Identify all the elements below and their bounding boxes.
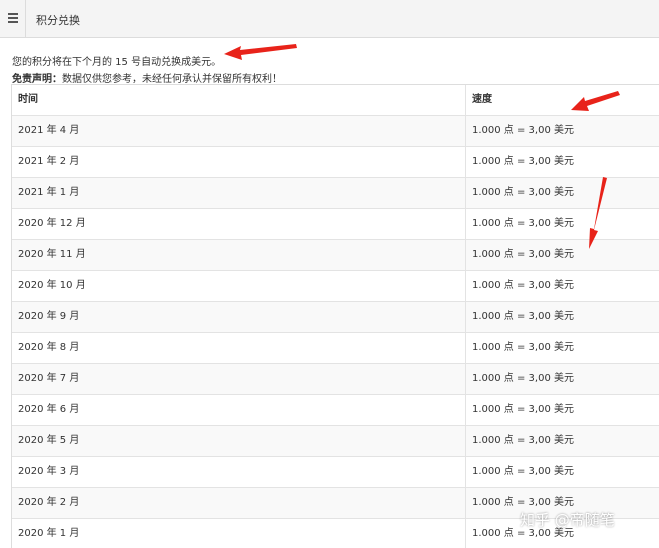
cell-time: 2020 年 6 月 [18, 404, 80, 415]
table-row: 2020 年 6 月 1.000 点 = 3,00 美元 [12, 395, 659, 426]
table-header-row: 时间 速度 [12, 85, 659, 116]
cell-rate: 1.000 点 = 3,00 美元 [472, 373, 574, 384]
cell-time: 2020 年 7 月 [18, 373, 80, 384]
table-row: 2020 年 12 月 1.000 点 = 3,00 美元 [12, 209, 659, 240]
watermark: 知乎 @帝随笔 [520, 511, 615, 529]
cell-time: 2020 年 9 月 [18, 311, 80, 322]
cell-time: 2021 年 4 月 [18, 125, 80, 136]
column-header-rate: 速度 [472, 94, 492, 105]
menu-list-icon[interactable] [8, 13, 18, 24]
table-row: 2020 年 7 月 1.000 点 = 3,00 美元 [12, 364, 659, 395]
annotation-arrow-icon [224, 44, 297, 60]
table-row: 2020 年 8 月 1.000 点 = 3,00 美元 [12, 333, 659, 364]
cell-rate: 1.000 点 = 3,00 美元 [472, 342, 574, 353]
column-divider [465, 85, 466, 548]
cell-rate: 1.000 点 = 3,00 美元 [472, 156, 574, 167]
cell-rate: 1.000 点 = 3,00 美元 [472, 311, 574, 322]
cell-time: 2020 年 2 月 [18, 497, 80, 508]
cell-rate: 1.000 点 = 3,00 美元 [472, 435, 574, 446]
cell-time: 2020 年 8 月 [18, 342, 80, 353]
cell-rate: 1.000 点 = 3,00 美元 [472, 404, 574, 415]
disclaimer: 免责声明：数据仅供您参考，未经任何承认并保留所有权利！ [12, 70, 282, 85]
table-row: 2021 年 2 月 1.000 点 = 3,00 美元 [12, 147, 659, 178]
header-divider [25, 0, 26, 38]
table-row: 2020 年 11 月 1.000 点 = 3,00 美元 [12, 240, 659, 271]
table-row: 2021 年 1 月 1.000 点 = 3,00 美元 [12, 178, 659, 209]
cell-time: 2020 年 5 月 [18, 435, 80, 446]
cell-rate: 1.000 点 = 3,00 美元 [472, 280, 574, 291]
table-row: 2020 年 10 月 1.000 点 = 3,00 美元 [12, 271, 659, 302]
column-header-time: 时间 [18, 94, 38, 105]
table-row: 2021 年 4 月 1.000 点 = 3,00 美元 [12, 116, 659, 147]
cell-rate: 1.000 点 = 3,00 美元 [472, 466, 574, 477]
table-row: 2020 年 3 月 1.000 点 = 3,00 美元 [12, 457, 659, 488]
cell-time: 2021 年 2 月 [18, 156, 80, 167]
cell-rate: 1.000 点 = 3,00 美元 [472, 249, 574, 260]
cell-rate: 1.000 点 = 3,00 美元 [472, 187, 574, 198]
cell-rate: 1.000 点 = 3,00 美元 [472, 218, 574, 229]
table-row: 2020 年 5 月 1.000 点 = 3,00 美元 [12, 426, 659, 457]
cell-time: 2020 年 10 月 [18, 280, 86, 291]
page-header: 积分兑换 [0, 0, 659, 38]
cell-rate: 1.000 点 = 3,00 美元 [472, 125, 574, 136]
notice-text: 您的积分将在下个月的 15 号自动兑换成美元。 [12, 57, 222, 68]
cell-time: 2020 年 1 月 [18, 528, 80, 539]
cell-time: 2021 年 1 月 [18, 187, 80, 198]
table-row: 2020 年 9 月 1.000 点 = 3,00 美元 [12, 302, 659, 333]
exchange-rate-table: 时间 速度 2021 年 4 月 1.000 点 = 3,00 美元 2021 … [11, 84, 659, 548]
page-title: 积分兑换 [36, 14, 80, 27]
cell-time: 2020 年 12 月 [18, 218, 86, 229]
cell-time: 2020 年 3 月 [18, 466, 80, 477]
cell-time: 2020 年 11 月 [18, 249, 86, 260]
